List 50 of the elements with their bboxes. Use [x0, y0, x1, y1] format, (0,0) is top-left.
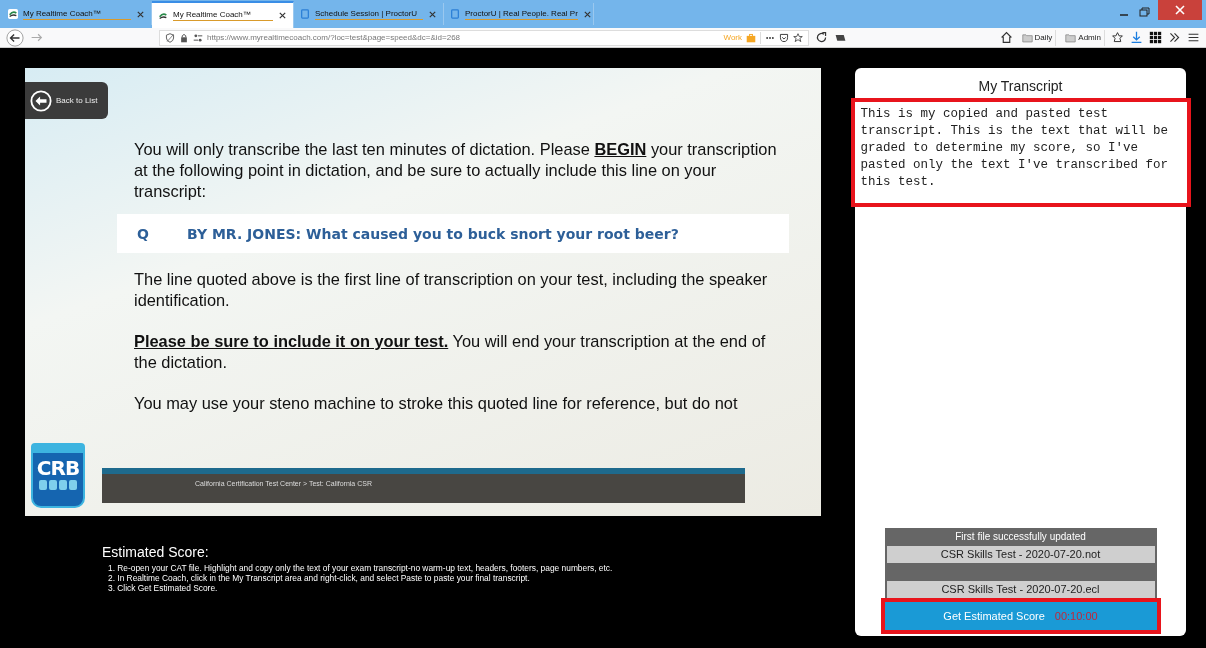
close-icon[interactable] — [136, 9, 145, 19]
swoosh-icon — [158, 10, 168, 21]
lock-icon — [179, 32, 189, 43]
instruction-step: 1. Re-open your CAT file. Highlight and copy only the text of your exam transcript-no warm-up text, headers, footers, page numbers, etc. — [108, 563, 821, 573]
chevrons-icon[interactable] — [1168, 31, 1181, 45]
address-bar[interactable]: https://www.myrealtimecoach.com/?loc=test&page=speed&dc=&id=268 Work — [159, 29, 809, 46]
swoosh-icon — [8, 9, 18, 20]
browser-tab[interactable]: My Realtime Coach™ — [152, 1, 294, 29]
instruction-text: You will only transcribe the last ten minutes of dictation. Please BEGIN your transcription at the following point in dictation, and be sure to actually include this line on your transcript: — [134, 139, 778, 202]
container-label: Work — [723, 33, 742, 43]
bookmark-folder[interactable]: Daily — [1018, 29, 1057, 46]
download-icon[interactable] — [1130, 31, 1143, 45]
briefcase-icon — [746, 32, 756, 43]
back-icon[interactable] — [6, 28, 24, 47]
browser-tab[interactable]: Schedule Session | ProctorU — [294, 3, 444, 26]
sliders-icon — [193, 32, 203, 43]
library-icon[interactable] — [1111, 31, 1124, 45]
bars-icon — [38, 480, 78, 490]
panel-title: My Transcript — [978, 78, 1063, 94]
browser-tab[interactable]: My Realtime Coach™ — [2, 3, 152, 26]
instructions-heading: Estimated Score: — [102, 544, 210, 560]
instruction-text: You may use your steno machine to stroke this quoted line for reference, but do not — [134, 393, 739, 414]
close-icon[interactable] — [278, 11, 287, 21]
speaker-label: Q — [137, 225, 150, 242]
shield-icon — [165, 32, 175, 43]
browser-tab[interactable]: ProctorU | Real People. Real Pr — [444, 3, 594, 26]
grid-icon[interactable] — [1149, 31, 1162, 45]
bookmark-folder[interactable]: Admin — [1062, 29, 1105, 46]
folder-icon — [1065, 32, 1077, 43]
pocket-icon[interactable] — [779, 32, 789, 43]
close-icon[interactable] — [582, 9, 592, 19]
quote-text: BY MR. JONES: What caused you to buck snort your root beer? — [187, 225, 679, 242]
home-icon[interactable] — [999, 31, 1013, 45]
reload-icon[interactable] — [815, 31, 828, 45]
instruction-text: The line quoted above is the first line of transcription on your test, including the speaker identification. — [134, 269, 769, 311]
document-icon — [450, 9, 460, 20]
file-item: CSR Skills Test - 2020-07-20.ecl — [884, 581, 1157, 598]
close-icon[interactable] — [428, 9, 437, 19]
folder-icon — [1021, 32, 1033, 43]
back-button[interactable]: Back to List — [25, 82, 108, 119]
instruction-text: Please be sure to include it on your test. You will end your transcription at the end of the dictation. — [134, 331, 767, 373]
star-icon[interactable] — [793, 32, 803, 43]
status-message: First file successfully updated — [884, 528, 1157, 546]
transcript-field[interactable]: This is my copied and pasted test transcript. This is the text that will be graded to determine my score, so I've pasted only the text I've transcribed for this test. — [850, 98, 1191, 207]
document-icon — [300, 9, 310, 20]
instruction-step: 2. In Realtime Coach, click in the My Transcript area and right-click, and select Paste to paste your final transcript. — [108, 573, 821, 583]
logo-text: CRB — [36, 456, 80, 480]
instruction-step: 3. Click Get Estimated Score. — [108, 583, 821, 593]
file-item: CSR Skills Test - 2020-07-20.not — [884, 546, 1157, 563]
url-text: https://www.myrealtimecoach.com/?loc=test&page=speed&dc=&id=268 — [207, 33, 462, 43]
